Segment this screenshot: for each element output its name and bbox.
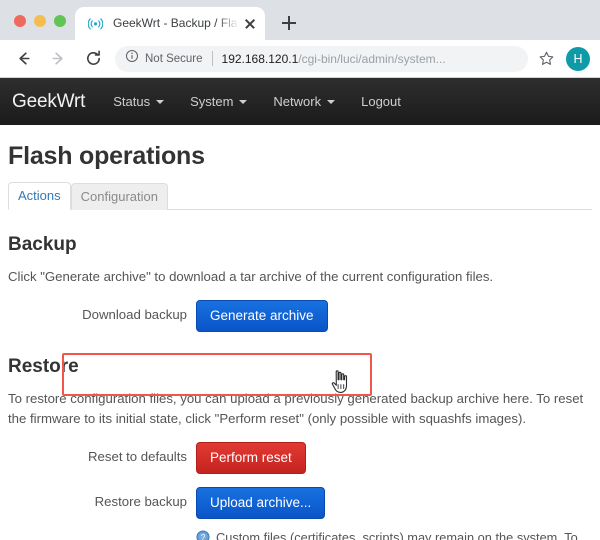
page-tabs: Actions Configuration	[8, 181, 592, 210]
restore-backup-control: Upload archive... ? Custom files (certif…	[196, 487, 592, 540]
chevron-down-icon	[327, 99, 336, 104]
security-status[interactable]: Not Secure	[125, 49, 203, 68]
new-tab-button[interactable]	[275, 9, 303, 37]
restore-heading: Restore	[8, 356, 79, 377]
url-text: 192.168.120.1/cgi-bin/luci/admin/system.…	[222, 52, 518, 66]
question-mark-help-icon: ?	[196, 530, 210, 540]
tab-actions[interactable]: Actions	[8, 182, 71, 210]
address-bar[interactable]: Not Secure 192.168.120.1/cgi-bin/luci/ad…	[115, 45, 528, 72]
upload-archive-button[interactable]: Upload archive...	[196, 487, 326, 519]
maximize-window-button[interactable]	[54, 15, 66, 27]
reload-icon[interactable]	[80, 46, 106, 72]
nav-item-label: Network	[273, 94, 322, 109]
avatar[interactable]: H	[566, 46, 590, 71]
url-path: /cgi-bin/luci/admin/system...	[298, 51, 446, 66]
wifi-signal-icon	[87, 15, 104, 32]
url-host: 192.168.120.1	[221, 51, 299, 66]
info-circle-icon	[125, 49, 139, 68]
minimize-window-button[interactable]	[34, 15, 46, 27]
window-controls	[0, 15, 66, 40]
security-status-label: Not Secure	[145, 52, 203, 65]
nav-item-status[interactable]: Status	[113, 94, 165, 109]
perform-reset-button[interactable]: Perform reset	[196, 442, 306, 474]
download-backup-row: Download backup Generate archive	[8, 300, 592, 332]
download-backup-label: Download backup	[82, 307, 187, 322]
browser-tab[interactable]: GeekWrt - Backup / Flash Firm	[75, 7, 265, 40]
page-viewport: GeekWrt Status System Network Logout Fla…	[0, 78, 600, 540]
close-window-button[interactable]	[14, 15, 26, 27]
close-tab-icon[interactable]	[241, 15, 259, 33]
generate-archive-button[interactable]: Generate archive	[196, 300, 328, 332]
backup-description: Click "Generate archive" to download a t…	[8, 269, 494, 284]
back-arrow-icon[interactable]	[10, 46, 36, 72]
restore-help-text: Custom files (certificates, scripts) may…	[216, 530, 578, 540]
nav-item-label: Status	[113, 94, 151, 109]
nav-item-label: System	[190, 94, 234, 109]
site-brand[interactable]: GeekWrt	[12, 91, 85, 113]
restore-backup-row: Restore backup Upload archive... ? Custo…	[8, 487, 592, 540]
nav-item-system[interactable]: System	[190, 94, 248, 109]
browser-window: GeekWrt - Backup / Flash Firm	[0, 0, 600, 540]
restore-backup-label: Restore backup	[94, 494, 187, 509]
chevron-down-icon	[156, 99, 165, 104]
restore-description: To restore configuration files, you can …	[8, 391, 584, 426]
site-navbar: GeekWrt Status System Network Logout	[0, 78, 600, 125]
restore-help-note: ? Custom files (certificates, scripts) m…	[196, 528, 588, 540]
omnibox-divider	[211, 51, 213, 66]
browser-toolbar: Not Secure 192.168.120.1/cgi-bin/luci/ad…	[0, 40, 600, 78]
nav-item-network[interactable]: Network	[273, 94, 336, 109]
backup-heading: Backup	[8, 234, 77, 255]
reset-defaults-label: Reset to defaults	[88, 449, 187, 464]
chevron-down-icon	[239, 99, 248, 104]
tab-configuration[interactable]: Configuration	[70, 183, 168, 210]
nav-item-label: Logout	[361, 94, 401, 109]
page-content: Flash operations Actions Configuration B…	[0, 142, 600, 540]
reset-defaults-row: Reset to defaults Perform reset	[8, 442, 592, 474]
svg-text:?: ?	[201, 532, 206, 540]
page-title: Flash operations	[8, 142, 205, 170]
tab-title: GeekWrt - Backup / Flash Firm	[113, 16, 239, 30]
star-icon[interactable]	[534, 47, 558, 71]
download-backup-control: Generate archive	[196, 300, 592, 332]
tab-strip: GeekWrt - Backup / Flash Firm	[0, 0, 600, 40]
forward-arrow-icon	[45, 46, 71, 72]
reset-defaults-control: Perform reset	[196, 442, 592, 474]
nav-item-logout[interactable]: Logout	[361, 94, 401, 109]
